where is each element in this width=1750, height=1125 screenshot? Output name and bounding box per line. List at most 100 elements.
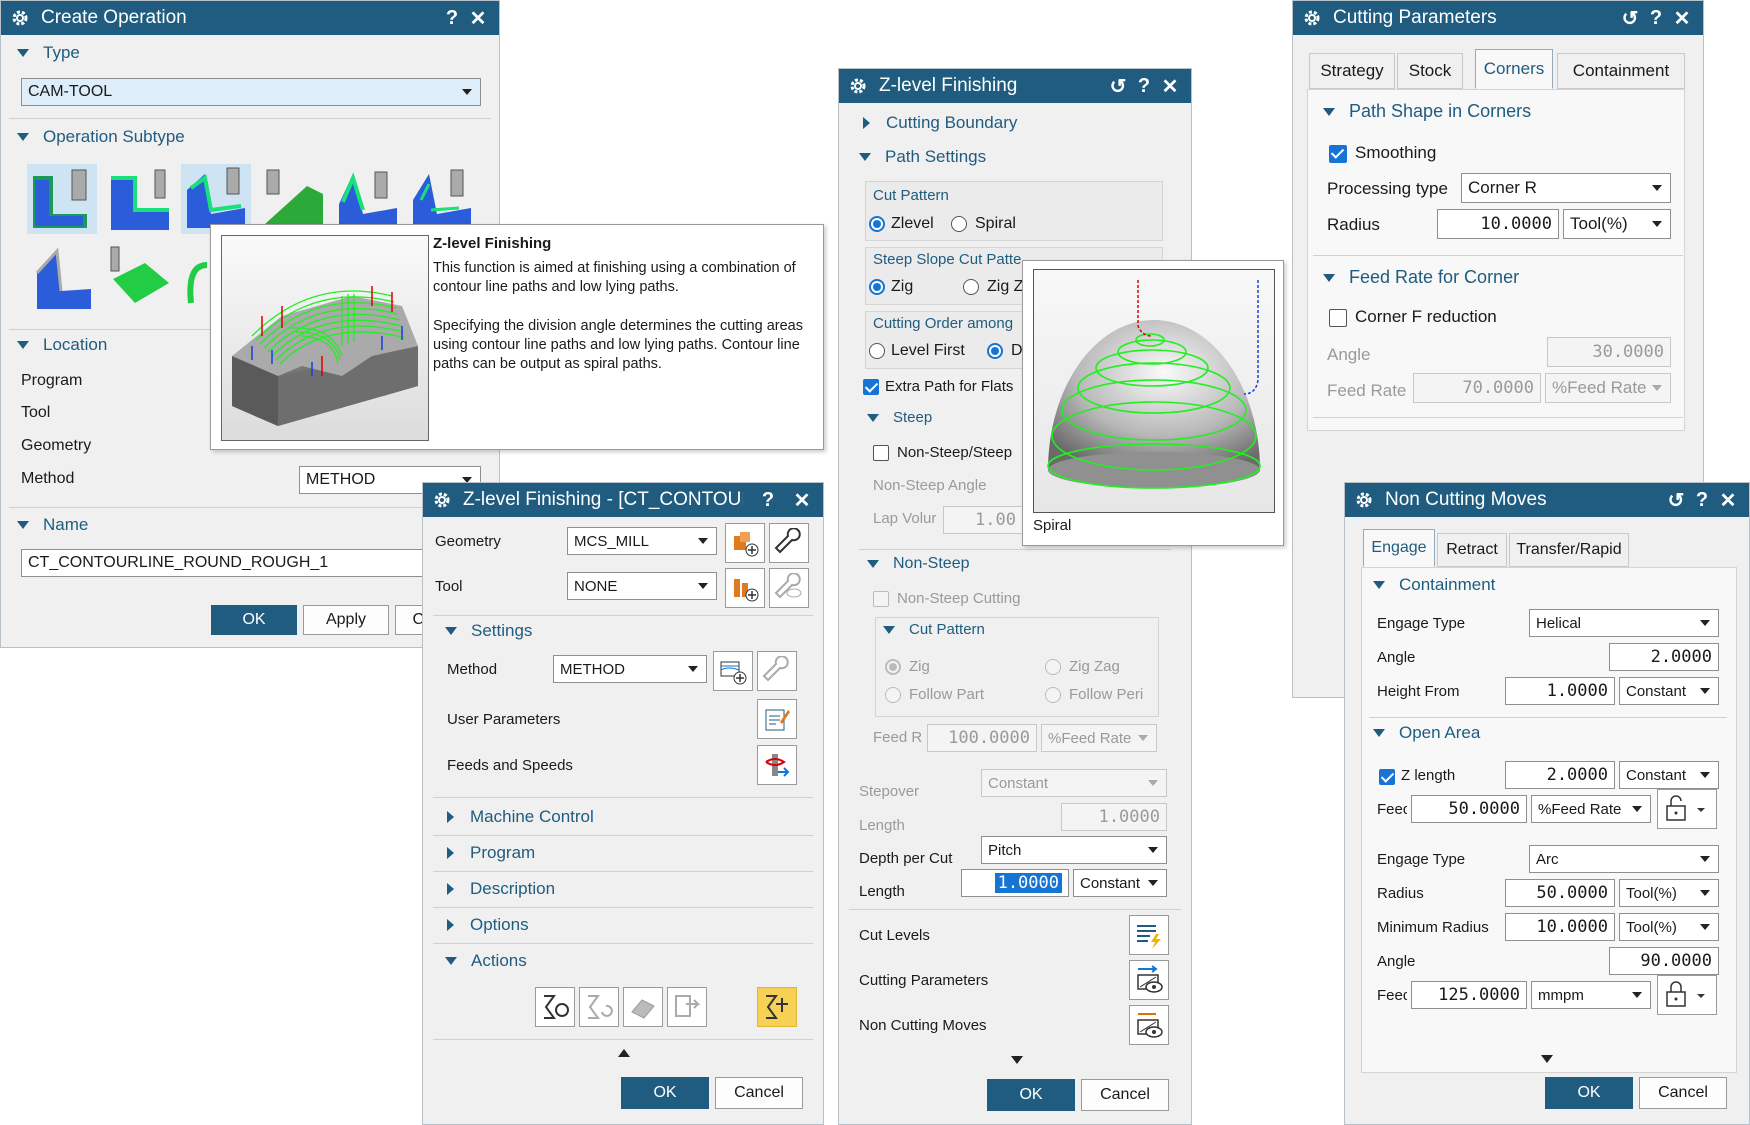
ok-button[interactable]: OK (1545, 1077, 1633, 1109)
tab-transfer-rapid[interactable]: Transfer/Rapid (1509, 533, 1629, 567)
close-button[interactable]: ✕ (465, 6, 491, 31)
lap-volume-input[interactable]: 1.00 (943, 506, 1023, 534)
feed-unit-select[interactable]: %Feed Rate (1531, 795, 1651, 823)
zlevel-radio[interactable] (869, 216, 885, 232)
generate-button[interactable] (535, 987, 575, 1027)
type-select[interactable]: CAM-TOOL (21, 78, 481, 106)
scroll-up-icon[interactable] (618, 1049, 630, 1057)
options-header[interactable]: Options (447, 915, 529, 935)
cutting-params-button[interactable] (1129, 960, 1169, 1000)
verify-button[interactable] (623, 987, 663, 1027)
tab-corners[interactable]: Corners (1475, 49, 1553, 89)
feed-corner-header[interactable]: Feed Rate for Corner (1323, 267, 1519, 288)
extra-path-checkbox[interactable] (863, 379, 879, 395)
engage-type2-select[interactable]: Arc (1529, 845, 1719, 873)
height-from-unit-select[interactable]: Constant (1619, 677, 1719, 705)
radius-input[interactable]: 50.0000 (1505, 879, 1615, 907)
type-section-header[interactable]: Type (17, 43, 80, 63)
radius-input[interactable]: 10.0000 (1437, 209, 1559, 239)
close-button[interactable]: ✕ (1157, 74, 1183, 99)
edit-tool-button[interactable] (769, 568, 809, 608)
angle-input[interactable]: 30.0000 (1547, 337, 1671, 367)
tool-select[interactable]: NONE (567, 572, 717, 600)
radius-unit-select[interactable]: Tool(%) (1563, 209, 1671, 239)
close-button[interactable]: ✕ (789, 488, 815, 513)
reset-button[interactable]: ↺ (1663, 488, 1689, 513)
min-radius-unit-select[interactable]: Tool(%) (1619, 913, 1719, 941)
name-input[interactable]: CT_CONTOURLINE_ROUND_ROUGH_1 (21, 549, 491, 577)
cancel-button[interactable]: Cancel (1639, 1077, 1727, 1109)
close-button[interactable]: ✕ (1715, 488, 1741, 513)
close-button[interactable]: ✕ (1669, 6, 1695, 31)
subtype-icon-zlevel-roughing[interactable] (27, 164, 97, 234)
zlevel-ct-titlebar[interactable]: Z-level Finishing - [CT_CONTOURL... ? ✕ (423, 483, 823, 517)
cutting-params-titlebar[interactable]: Cutting Parameters ↺ ? ✕ (1293, 1, 1703, 35)
feed2-input[interactable]: 125.0000 (1411, 981, 1527, 1009)
length2-unit-select[interactable]: Constant (1073, 869, 1167, 897)
ok-button[interactable]: OK (211, 605, 297, 635)
height-from-input[interactable]: 1.0000 (1505, 677, 1615, 705)
corner-f-reduction-checkbox[interactable] (1329, 309, 1347, 327)
zlevel-titlebar[interactable]: Z-level Finishing ↺ ? ✕ (839, 69, 1191, 103)
replay-button[interactable] (579, 987, 619, 1027)
zig-disabled-radio[interactable] (885, 659, 901, 675)
help-button[interactable]: ? (1643, 7, 1669, 30)
follow-periphery-radio[interactable] (1045, 687, 1061, 703)
depth-per-cut-select[interactable]: Pitch (981, 836, 1167, 864)
tab-engage[interactable]: Engage (1363, 529, 1435, 567)
path-settings-header[interactable]: Path Settings (859, 147, 986, 167)
feed2-lock-button[interactable] (1657, 975, 1717, 1015)
non-steep-steep-checkbox[interactable] (873, 445, 889, 461)
feed-rate-unit-select[interactable]: %Feed Rate (1041, 724, 1157, 752)
ok-button[interactable]: OK (987, 1079, 1075, 1111)
zig-radio[interactable] (869, 279, 885, 295)
subtype-icon-8[interactable] (105, 243, 175, 313)
tab-retract[interactable]: Retract (1437, 533, 1507, 567)
program-header[interactable]: Program (447, 843, 535, 863)
help-button[interactable]: ? (1689, 489, 1715, 512)
non-steep-section-header[interactable]: Non-Steep (867, 555, 970, 573)
non-cutting-titlebar[interactable]: Non Cutting Moves ↺ ? ✕ (1345, 483, 1749, 517)
new-geometry-button[interactable] (725, 523, 765, 563)
non-cutting-button[interactable] (1129, 1005, 1169, 1045)
help-button[interactable]: ? (439, 7, 465, 30)
edit-method-button[interactable] (757, 651, 797, 691)
feed2-unit-select[interactable]: mmpm (1531, 981, 1651, 1009)
z-length-unit-select[interactable]: Constant (1619, 761, 1719, 789)
machine-control-header[interactable]: Machine Control (447, 807, 594, 827)
zigzag-disabled-radio[interactable] (1045, 659, 1061, 675)
z-length-checkbox[interactable] (1379, 769, 1395, 785)
tab-strategy[interactable]: Strategy (1309, 53, 1395, 89)
angle-input[interactable]: 2.0000 (1609, 643, 1719, 671)
reset-button[interactable]: ↺ (1105, 74, 1131, 99)
level-first-radio[interactable] (869, 343, 885, 359)
min-radius-input[interactable]: 10.0000 (1505, 913, 1615, 941)
stepover-select[interactable]: Constant (981, 769, 1167, 797)
cut-levels-button[interactable] (1129, 915, 1169, 955)
feed-input[interactable]: 50.0000 (1411, 795, 1527, 823)
ok-button[interactable]: OK (621, 1077, 709, 1109)
feed-lock-button[interactable] (1657, 789, 1717, 829)
subtype-section-header[interactable]: Operation Subtype (17, 127, 185, 147)
method-select[interactable]: METHOD (553, 655, 707, 683)
spiral-radio[interactable] (951, 216, 967, 232)
z-length-input[interactable]: 2.0000 (1505, 761, 1615, 789)
cancel-button[interactable]: C (395, 605, 425, 635)
description-header[interactable]: Description (447, 879, 555, 899)
actions-header[interactable]: Actions (445, 951, 527, 971)
scroll-down-icon[interactable] (1541, 1055, 1553, 1063)
help-button[interactable]: ? (1131, 75, 1157, 98)
create-operation-titlebar[interactable]: Create Operation ? ✕ (1, 1, 499, 35)
scroll-down-icon[interactable] (1011, 1056, 1023, 1064)
non-steep-cutting-checkbox[interactable] (873, 591, 889, 607)
apply-button[interactable]: Apply (303, 605, 389, 635)
length-input[interactable]: 1.0000 (1061, 803, 1167, 831)
edit-geometry-button[interactable] (769, 523, 809, 563)
depth-first-radio[interactable] (987, 343, 1003, 359)
location-section-header[interactable]: Location (17, 335, 107, 355)
radius-unit-select[interactable]: Tool(%) (1619, 879, 1719, 907)
feed-rate-input[interactable]: 100.0000 (927, 724, 1037, 752)
name-section-header[interactable]: Name (17, 515, 88, 535)
steep-section-header[interactable]: Steep (867, 409, 932, 426)
new-method-button[interactable] (713, 651, 753, 691)
